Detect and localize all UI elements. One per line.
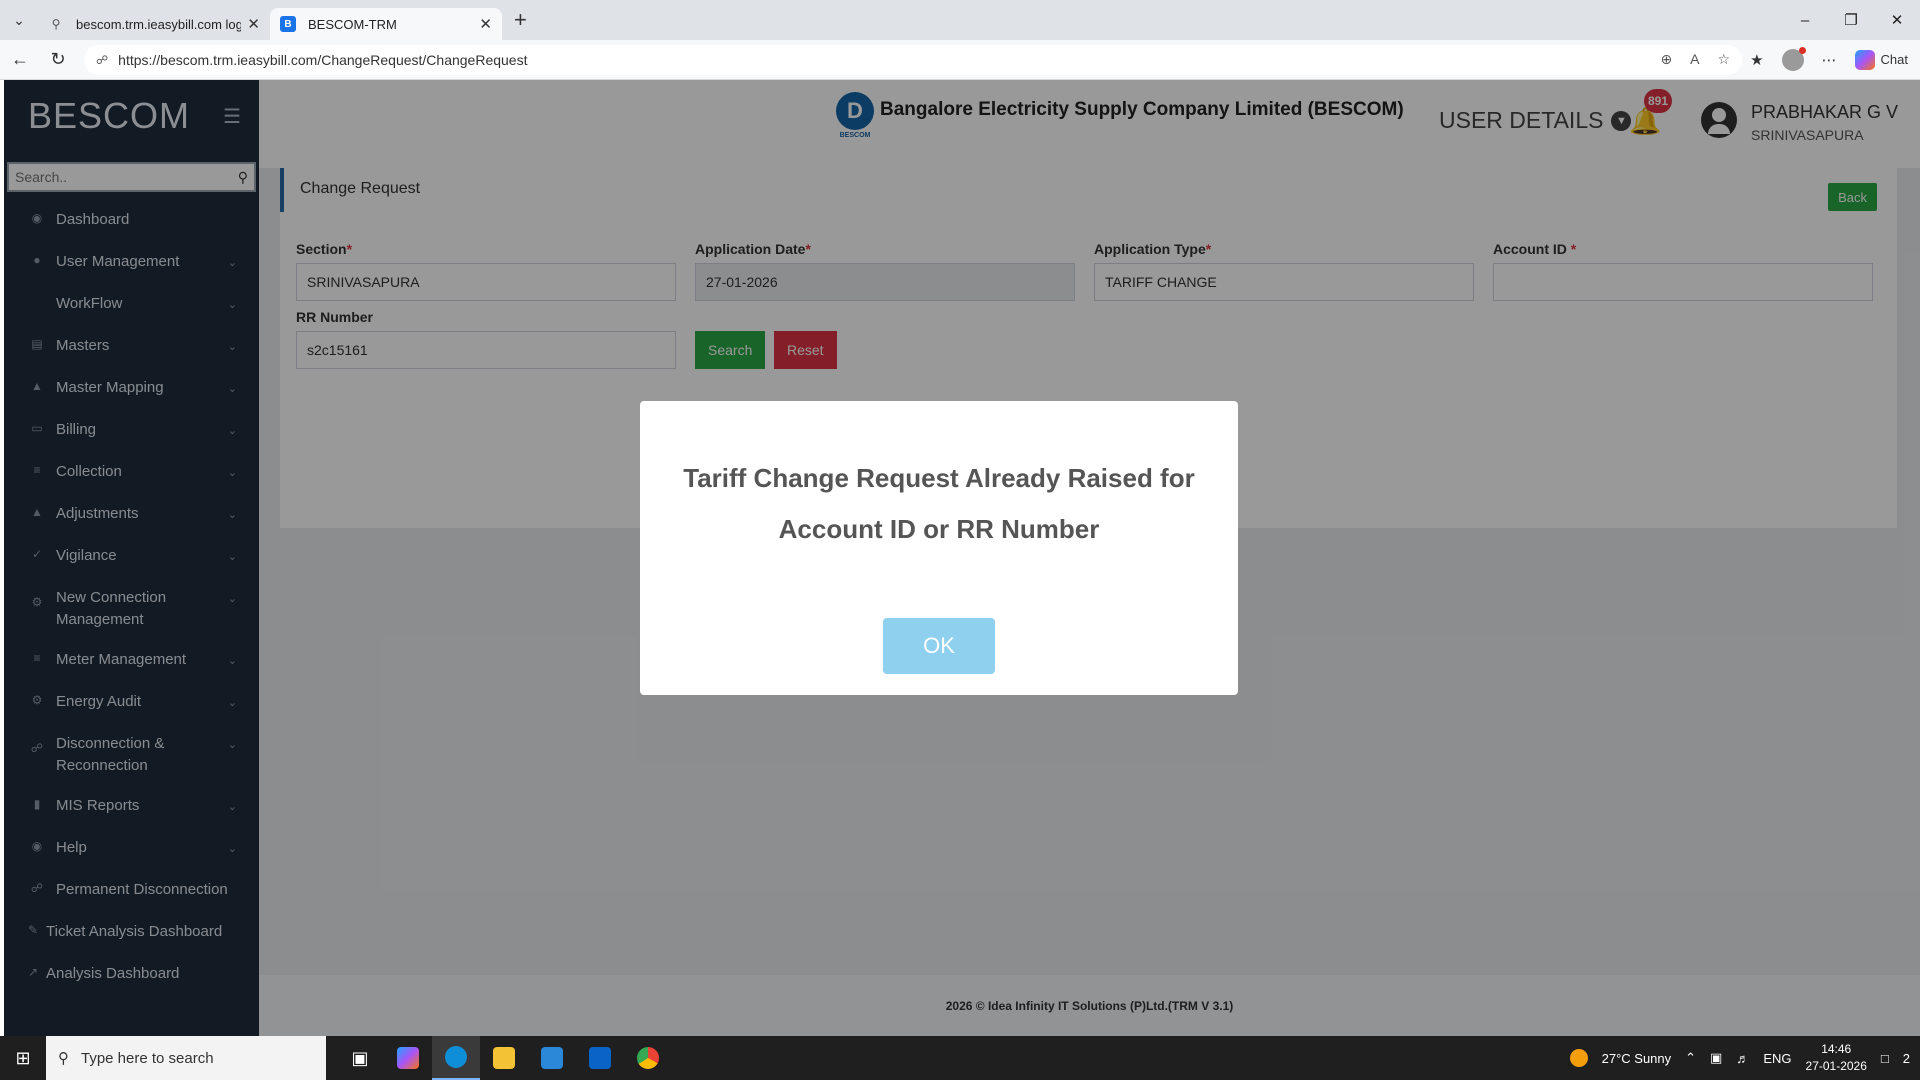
taskbar-apps: ▣: [336, 1036, 672, 1080]
tab-title: bescom.trm.ieasybill.com login - S: [76, 16, 242, 32]
minimize-icon[interactable]: –: [1782, 0, 1828, 40]
alert-message: Tariff Change Request Already Raised for…: [683, 463, 1195, 544]
clock-date: 27-01-2026: [1805, 1059, 1867, 1073]
clock[interactable]: 14:46 27-01-2026: [1806, 1041, 1867, 1075]
ok-button[interactable]: OK: [883, 618, 995, 674]
outlook-icon[interactable]: [576, 1036, 624, 1080]
weather-text[interactable]: 27°C Sunny: [1602, 1051, 1672, 1066]
refresh-icon[interactable]: ↻: [40, 42, 76, 78]
zoom-icon[interactable]: ⊕: [1660, 51, 1672, 68]
system-tray: 27°C Sunny ⌃ ▣ ♬ ENG 14:46 27-01-2026 □ …: [1569, 1041, 1920, 1075]
notification-center-icon[interactable]: □: [1881, 1051, 1889, 1066]
taskbar-search[interactable]: ⚲ Type here to search: [46, 1036, 326, 1080]
task-view-icon[interactable]: ▣: [336, 1036, 384, 1080]
search-icon: ⚲: [51, 17, 61, 31]
more-options-icon[interactable]: ⋯: [1822, 51, 1837, 69]
chrome-icon[interactable]: [624, 1036, 672, 1080]
browser-tab-login[interactable]: ⚲ bescom.trm.ieasybill.com login - S ✕: [38, 8, 270, 40]
taskbar-search-placeholder: Type here to search: [81, 1049, 214, 1067]
language-indicator[interactable]: ENG: [1763, 1051, 1791, 1066]
new-tab-button[interactable]: +: [514, 7, 527, 33]
tab-title: BESCOM-TRM: [308, 16, 397, 32]
url-text: https://bescom.trm.ieasybill.com/ChangeR…: [118, 51, 528, 68]
copilot-app-icon[interactable]: [384, 1036, 432, 1080]
file-explorer-icon[interactable]: [480, 1036, 528, 1080]
windows-taskbar: ⊞ ⚲ Type here to search ▣ 27°C Sunny ⌃ ▣…: [0, 1036, 1920, 1080]
favorite-star-icon[interactable]: ☆: [1718, 51, 1731, 68]
chevron-up-icon[interactable]: ⌃: [1685, 1050, 1696, 1066]
close-tab-icon[interactable]: ✕: [479, 15, 492, 33]
close-window-icon[interactable]: ✕: [1874, 0, 1920, 40]
site-info-icon[interactable]: ☍: [96, 53, 108, 67]
store-icon[interactable]: [528, 1036, 576, 1080]
browser-tab-bescom[interactable]: B BESCOM-TRM ✕: [270, 8, 502, 40]
favorites-icon[interactable]: ★: [1750, 51, 1763, 69]
read-aloud-icon[interactable]: A: [1690, 51, 1699, 68]
url-field[interactable]: ☍ https://bescom.trm.ieasybill.com/Chang…: [84, 44, 1743, 75]
tab-actions-menu-icon[interactable]: ⌄: [0, 0, 38, 40]
restore-icon[interactable]: ❐: [1828, 0, 1874, 40]
search-icon: ⚲: [58, 1050, 69, 1067]
weather-icon[interactable]: [1569, 1049, 1588, 1067]
alert-dialog: Tariff Change Request Already Raised for…: [640, 401, 1238, 695]
copilot-chat-button[interactable]: Chat: [1854, 49, 1908, 70]
profile-avatar[interactable]: [1781, 46, 1806, 71]
edge-browser-icon[interactable]: [432, 1036, 480, 1080]
close-tab-icon[interactable]: ✕: [247, 15, 260, 33]
chat-label: Chat: [1880, 52, 1908, 67]
network-icon[interactable]: ▣: [1710, 1050, 1722, 1066]
windows-start-icon[interactable]: ⊞: [0, 1036, 46, 1080]
notification-center-count: 2: [1902, 1050, 1910, 1066]
volume-icon[interactable]: ♬: [1736, 1051, 1749, 1066]
bescom-favicon-icon: B: [280, 16, 296, 32]
address-bar-row: ← ↻ ☍ https://bescom.trm.ieasybill.com/C…: [0, 40, 1920, 80]
browser-tab-bar: ⌄ ⚲ bescom.trm.ieasybill.com login - S ✕…: [0, 0, 1920, 40]
back-arrow-icon[interactable]: ←: [2, 42, 38, 78]
clock-time: 14:46: [1821, 1042, 1852, 1056]
window-controls: – ❐ ✕: [1782, 0, 1920, 40]
copilot-icon: [1854, 49, 1875, 70]
